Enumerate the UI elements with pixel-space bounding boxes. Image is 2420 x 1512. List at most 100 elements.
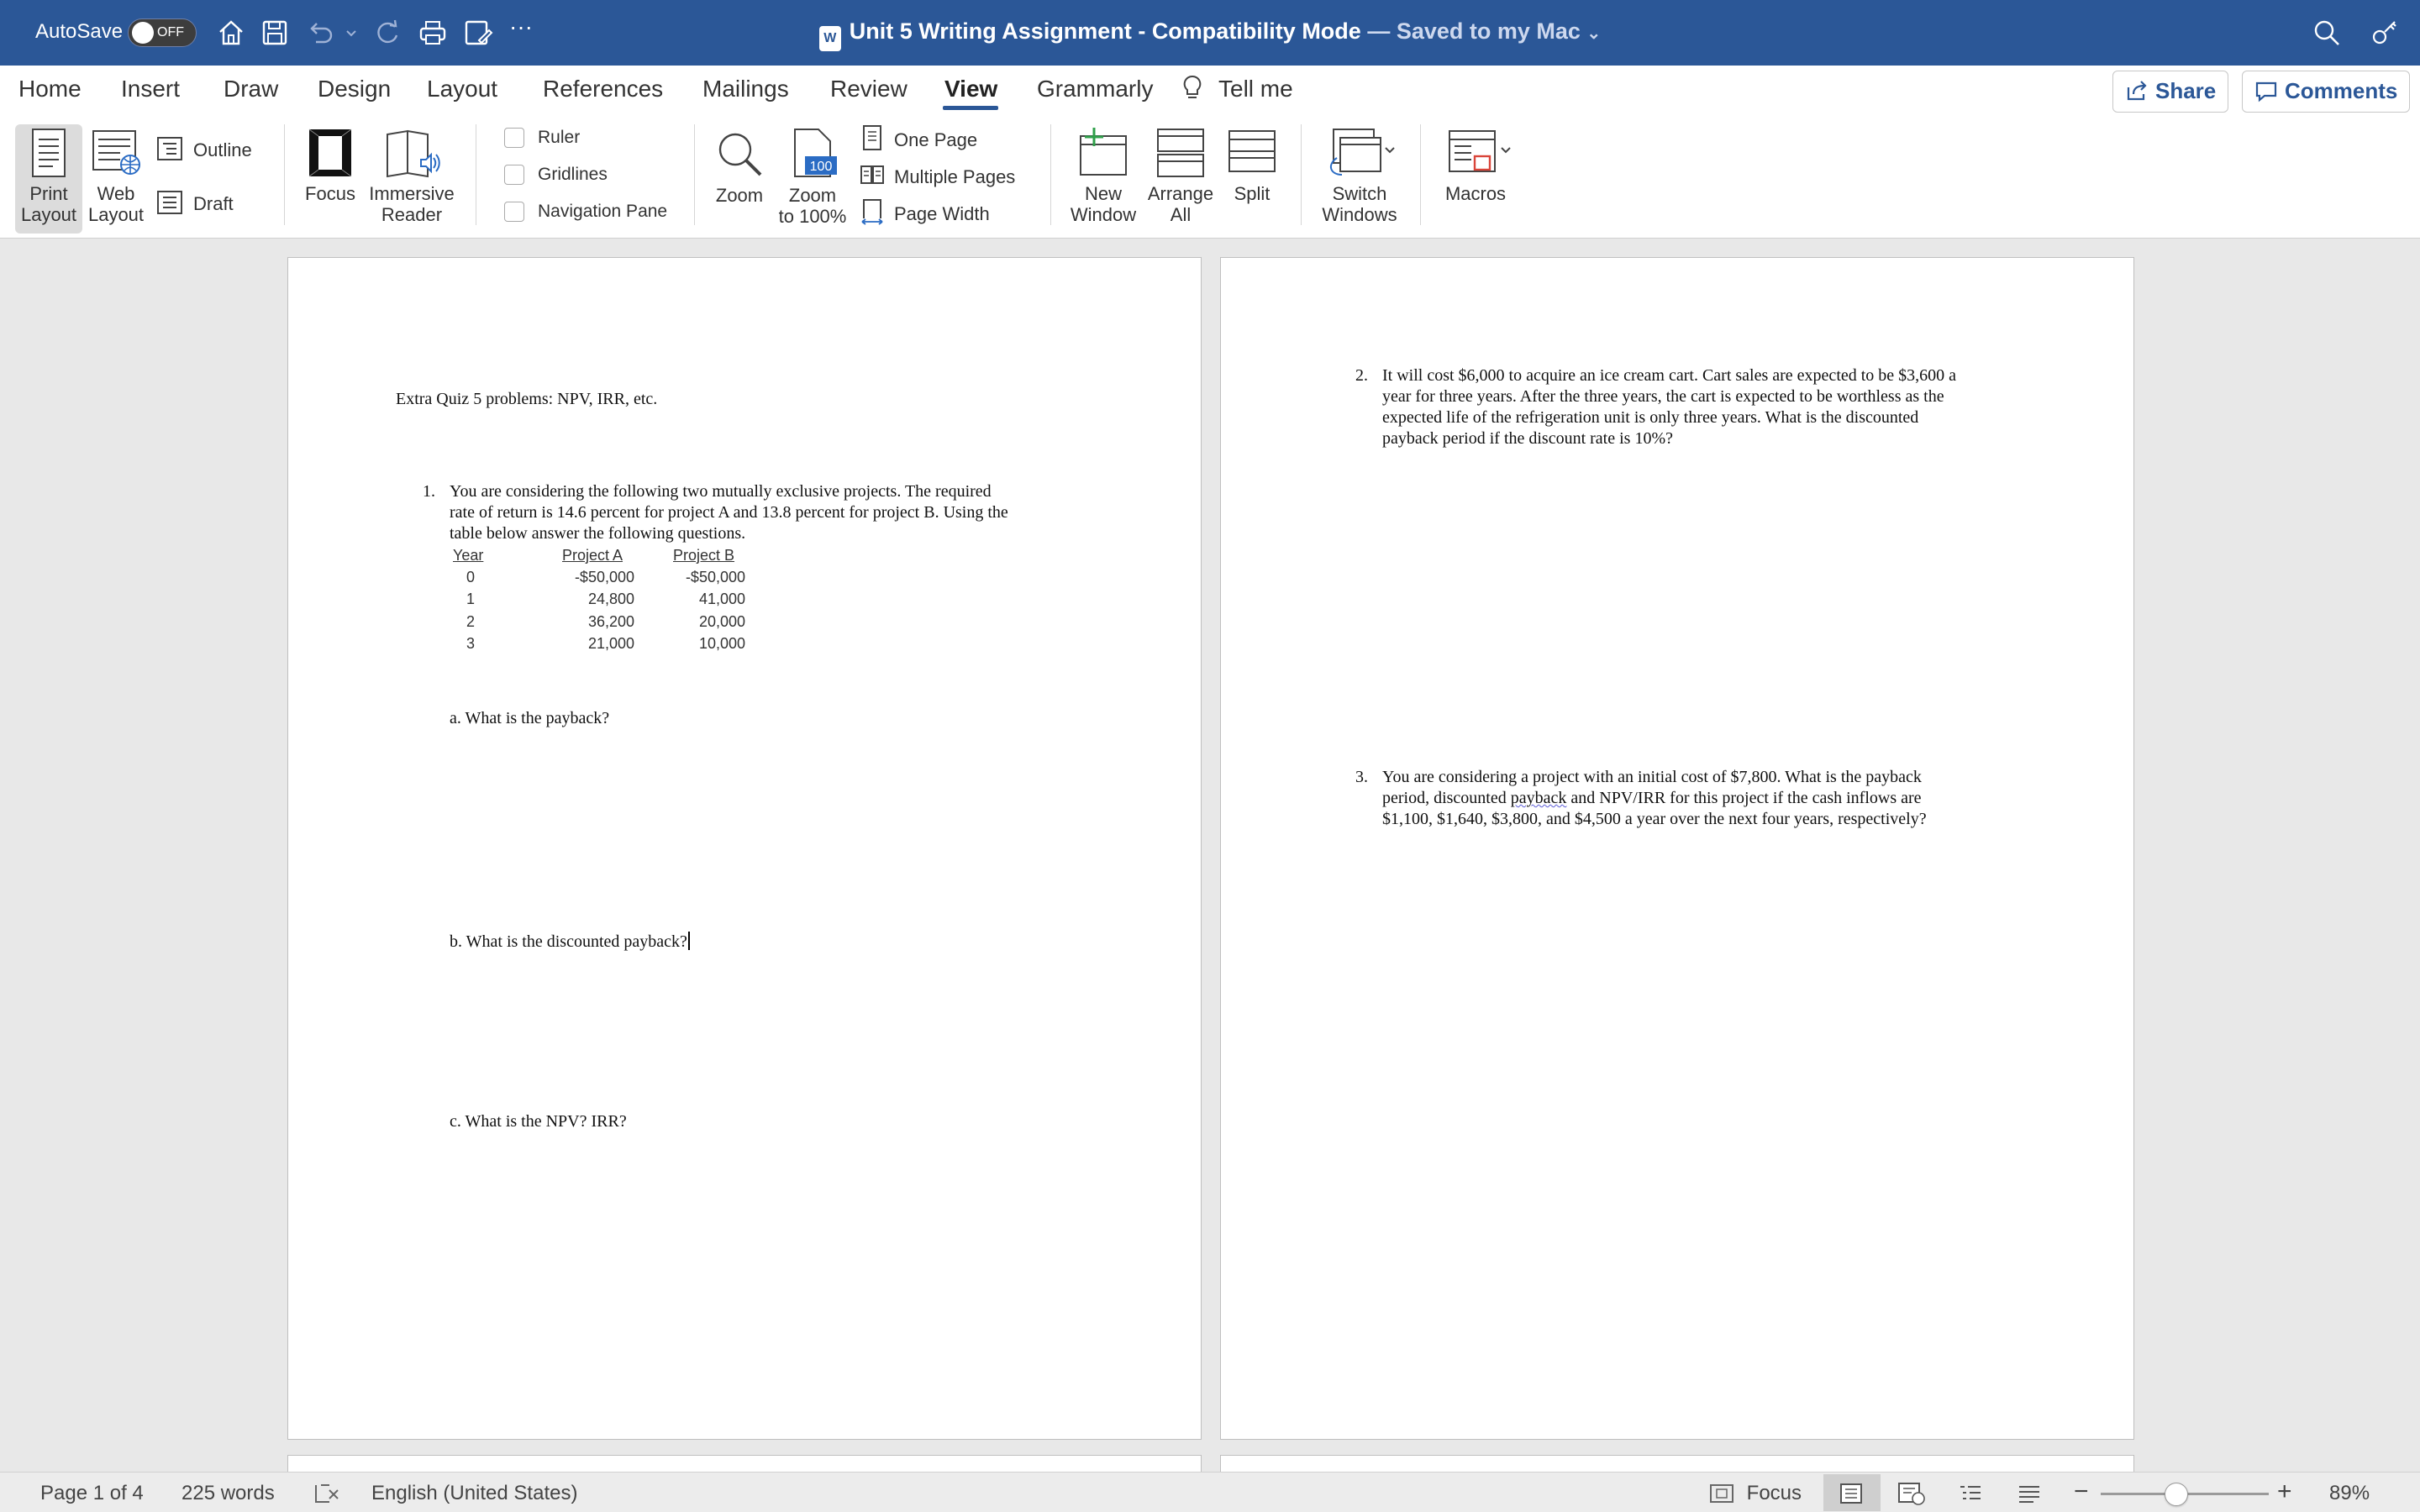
- multiple-pages-button[interactable]: Multiple Pages: [860, 161, 1015, 188]
- immersive-reader-icon: [387, 129, 440, 178]
- ruler-checkbox-box[interactable]: [504, 128, 524, 148]
- page-width-label: Page Width: [894, 203, 990, 224]
- q3-number: 3.: [1355, 768, 1368, 786]
- comments-label: Comments: [2285, 78, 2398, 103]
- q3-line-part: period, discounted: [1382, 789, 1511, 807]
- arrange-all-button[interactable]: Arrange All: [1144, 128, 1217, 225]
- search-icon[interactable]: [2311, 17, 2343, 49]
- save-status[interactable]: — Saved to my Mac: [1361, 18, 1581, 44]
- doc-name: Unit 5 Writing Assignment: [849, 18, 1132, 44]
- web-layout-view-icon[interactable]: [1897, 1482, 1926, 1506]
- question-a: a. What is the payback?: [450, 709, 610, 727]
- ruler-checkbox[interactable]: Ruler: [504, 128, 580, 148]
- switch-windows-button[interactable]: Switch Windows: [1313, 128, 1407, 225]
- cash-flow-table: Year Project A Project B 0 -$50,000 -$50…: [453, 547, 789, 664]
- gridlines-checkbox-box[interactable]: [504, 165, 524, 185]
- zoom-in-button[interactable]: +: [2277, 1478, 2292, 1506]
- tab-grammarly[interactable]: Grammarly: [1037, 76, 1153, 102]
- focus-button[interactable]: Focus: [299, 128, 361, 204]
- split-icon: [1228, 130, 1276, 172]
- word-count[interactable]: 225 words: [182, 1482, 275, 1505]
- spellcheck-flagged-word[interactable]: payback: [1511, 789, 1567, 807]
- proofing-icon[interactable]: [313, 1482, 341, 1506]
- view-ribbon: Print Layout Web Layout Outline Draft Fo…: [0, 116, 2420, 239]
- outline-button[interactable]: Outline: [156, 136, 252, 161]
- gridlines-label: Gridlines: [538, 165, 608, 184]
- q3-line: You are considering a project with an in…: [1382, 768, 1922, 786]
- question-c: c. What is the NPV? IRR?: [450, 1112, 627, 1131]
- zoom-button[interactable]: Zoom: [708, 128, 771, 206]
- page-width-button[interactable]: Page Width: [860, 198, 990, 225]
- focus-mode-button[interactable]: Focus: [1709, 1482, 1802, 1505]
- tab-insert[interactable]: Insert: [121, 76, 180, 102]
- tab-review[interactable]: Review: [830, 76, 908, 102]
- draft-button[interactable]: Draft: [156, 190, 234, 215]
- gridlines-checkbox[interactable]: Gridlines: [504, 165, 608, 185]
- one-page-button[interactable]: One Page: [860, 124, 977, 151]
- immersive-reader-button[interactable]: Immersive Reader: [365, 128, 459, 225]
- q1-line: You are considering the following two mu…: [450, 482, 992, 501]
- split-button[interactable]: Split: [1220, 128, 1284, 204]
- tab-home[interactable]: Home: [18, 76, 82, 102]
- draft-view-icon[interactable]: [2017, 1482, 2042, 1505]
- table-header-year: Year: [453, 547, 484, 564]
- web-layout-label-1: Web: [97, 183, 135, 204]
- zoom-100-label-2: to 100%: [778, 206, 847, 227]
- page-width-icon: [861, 199, 883, 225]
- zoom-percentage[interactable]: 89%: [2329, 1482, 2370, 1505]
- comments-button[interactable]: Comments: [2242, 71, 2411, 113]
- switch-windows-icon: [1329, 129, 1395, 176]
- draft-icon: [157, 191, 182, 214]
- navigation-pane-checkbox[interactable]: Navigation Pane: [504, 202, 667, 222]
- zoom-slider-handle[interactable]: [2165, 1483, 2188, 1506]
- tab-design[interactable]: Design: [318, 76, 391, 102]
- print-layout-button[interactable]: Print Layout: [15, 128, 82, 225]
- account-icon[interactable]: [2368, 17, 2400, 49]
- tab-draw[interactable]: Draw: [224, 76, 278, 102]
- share-button[interactable]: Share: [2112, 71, 2229, 113]
- compat-mode: Compatibility Mode: [1151, 18, 1361, 44]
- zoom-100-button[interactable]: 100 Zoom to 100%: [775, 128, 850, 227]
- text-cursor: [687, 932, 690, 950]
- print-layout-view-icon[interactable]: [1839, 1482, 1864, 1505]
- new-window-button[interactable]: New Window: [1062, 128, 1144, 225]
- lightbulb-icon: [1181, 74, 1203, 107]
- zoom-out-button[interactable]: −: [2074, 1478, 2089, 1506]
- table-header-project-a: Project A: [562, 547, 623, 564]
- outline-view-icon[interactable]: [1958, 1482, 1983, 1505]
- tab-layout[interactable]: Layout: [427, 76, 497, 102]
- arrange-all-label-1: Arrange: [1147, 183, 1214, 204]
- save-status-chevron[interactable]: ⌄: [1586, 24, 1601, 43]
- language-status[interactable]: English (United States): [371, 1482, 577, 1505]
- ruler-label: Ruler: [538, 128, 581, 147]
- navigation-pane-checkbox-box[interactable]: [504, 202, 524, 222]
- ribbon-divider: [284, 124, 285, 225]
- multiple-pages-label: Multiple Pages: [894, 166, 1016, 187]
- focus-mode-icon: [1710, 1484, 1733, 1503]
- table-cell-a: 24,800: [587, 591, 634, 607]
- tab-references[interactable]: References: [543, 76, 663, 102]
- web-layout-button[interactable]: Web Layout: [84, 128, 148, 225]
- document-page-1[interactable]: Extra Quiz 5 problems: NPV, IRR, etc. 1.…: [287, 257, 1202, 1440]
- outline-icon: [157, 137, 182, 160]
- immersive-reader-label-1: Immersive: [369, 183, 455, 204]
- macros-button[interactable]: Macros: [1432, 128, 1519, 204]
- q2-line: It will cost $6,000 to acquire an ice cr…: [1382, 366, 1957, 385]
- document-page-2[interactable]: 2. It will cost $6,000 to acquire an ice…: [1220, 257, 2134, 1440]
- q1-line: rate of return is 14.6 percent for proje…: [450, 503, 1008, 522]
- tab-mailings[interactable]: Mailings: [702, 76, 789, 102]
- zoom-magnifier-icon: [718, 133, 762, 176]
- tab-tell-me[interactable]: Tell me: [1218, 76, 1293, 102]
- one-page-icon: [863, 125, 881, 150]
- focus-icon: [308, 129, 352, 177]
- ribbon-divider: [1050, 124, 1051, 225]
- q3-line: $1,100, $1,640, $3,800, and $4,500 a yea…: [1382, 810, 1927, 828]
- table-cell-a: -$50,000: [574, 569, 634, 585]
- page-count[interactable]: Page 1 of 4: [40, 1482, 144, 1505]
- zoom-100-badge-text: 100: [810, 160, 833, 174]
- question-b: b. What is the discounted payback?: [450, 932, 687, 951]
- q2-line: expected life of the refrigeration unit …: [1382, 408, 1919, 427]
- tab-view[interactable]: View: [944, 76, 997, 102]
- question-b-line: b. What is the discounted payback?: [450, 932, 690, 953]
- ribbon-divider: [694, 124, 695, 225]
